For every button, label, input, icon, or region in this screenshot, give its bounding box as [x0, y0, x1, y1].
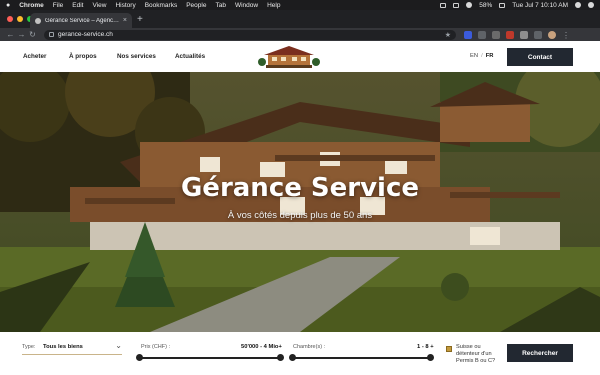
menu-edit[interactable]: Edit	[72, 2, 83, 9]
type-value[interactable]: Tous les biens	[43, 344, 83, 350]
reload-icon[interactable]: ↻	[27, 30, 38, 39]
lang-separator: /	[481, 53, 483, 59]
extension-icon-6[interactable]	[534, 30, 542, 39]
close-tab-icon[interactable]: ×	[123, 17, 127, 24]
permit-checkbox[interactable]	[446, 346, 452, 352]
property-search-bar: Type: Tous les biens ⌄ Prix (CHF) : 50'0…	[0, 332, 600, 375]
rooms-min-handle[interactable]	[289, 354, 296, 361]
permit-label: Suisse ou détenteur d'un Permis B ou C?	[456, 344, 496, 364]
rooms-range-track[interactable]	[292, 357, 431, 359]
lang-en[interactable]: EN	[470, 53, 478, 59]
close-window-button[interactable]	[7, 16, 13, 22]
minimize-window-button[interactable]	[17, 16, 23, 22]
menu-people[interactable]: People	[186, 2, 206, 9]
extension-icon-4[interactable]	[506, 30, 514, 39]
menu-tab[interactable]: Tab	[215, 2, 225, 9]
status-app-icon-2[interactable]	[453, 2, 460, 8]
extension-icon-5[interactable]	[520, 30, 528, 39]
macos-menu-bar: ● Chrome File Edit View History Bookmark…	[0, 0, 600, 10]
apple-icon[interactable]: ●	[6, 2, 10, 9]
price-value: 50'000 - 4 Mio+	[241, 344, 282, 350]
chalet-logo-icon	[258, 46, 320, 68]
contact-button[interactable]: Contact	[507, 48, 573, 66]
menu-dots-icon[interactable]: ⋮	[562, 31, 570, 40]
profile-avatar[interactable]	[548, 30, 556, 39]
clock[interactable]: Tue Jul 7 10:10 AM	[512, 2, 568, 9]
menu-bookmarks[interactable]: Bookmarks	[145, 2, 178, 9]
tab-title: Gérance Service – Agence imm	[45, 17, 120, 24]
menu-chrome[interactable]: Chrome	[19, 2, 44, 9]
chevron-down-icon[interactable]: ⌄	[115, 341, 122, 350]
forward-icon[interactable]: →	[16, 30, 27, 39]
search-submit-button[interactable]: Rechercher	[507, 344, 573, 362]
price-max-handle[interactable]	[277, 354, 284, 361]
price-min-handle[interactable]	[136, 354, 143, 361]
address-bar[interactable]: gerance-service.ch ★	[44, 29, 456, 40]
price-range-track[interactable]	[139, 357, 281, 359]
extension-icon-1[interactable]	[464, 30, 472, 39]
nav-a-propos[interactable]: À propos	[69, 53, 97, 60]
wifi-icon[interactable]	[466, 2, 473, 8]
extension-icon-2[interactable]	[478, 30, 486, 39]
rooms-max-handle[interactable]	[427, 354, 434, 361]
price-label: Prix (CHF) :	[141, 344, 171, 350]
lock-icon[interactable]	[49, 32, 54, 37]
menu-window[interactable]: Window	[235, 2, 258, 9]
type-label: Type:	[22, 344, 36, 350]
back-icon[interactable]: ←	[5, 30, 16, 39]
spotlight-icon[interactable]	[575, 2, 581, 8]
extension-icon-3[interactable]	[492, 30, 500, 39]
menu-file[interactable]: File	[53, 2, 63, 9]
browser-tab-strip: Gérance Service – Agence imm × +	[0, 10, 600, 28]
hero-section: Gérance Service À vos côtés depuis plus …	[0, 72, 600, 332]
battery-percent[interactable]: 58%	[479, 2, 492, 9]
nav-actualites[interactable]: Actualités	[175, 53, 205, 60]
site-logo[interactable]	[256, 44, 322, 69]
extensions-area: ⋮	[464, 30, 570, 40]
browser-tab-active[interactable]: Gérance Service – Agence imm ×	[30, 13, 132, 28]
type-select[interactable]: Type: Tous les biens ⌄	[22, 341, 122, 355]
menu-view[interactable]: View	[92, 2, 106, 9]
site-header: Acheter À propos Nos services Actualités…	[0, 41, 600, 72]
notification-center-icon[interactable]	[588, 2, 594, 8]
rooms-label: Chambre(s) :	[293, 344, 326, 350]
browser-toolbar: ← → ↻ gerance-service.ch ★ ⋮	[0, 28, 600, 41]
favicon-icon	[35, 17, 41, 24]
menu-history[interactable]: History	[115, 2, 135, 9]
menu-help[interactable]: Help	[267, 2, 280, 9]
battery-icon[interactable]	[499, 2, 506, 8]
new-tab-icon[interactable]: +	[137, 14, 143, 25]
hero-title: Gérance Service	[180, 173, 420, 203]
rooms-value: 1 - 8 +	[417, 344, 434, 350]
nav-acheter[interactable]: Acheter	[23, 53, 46, 60]
status-area: 58% Tue Jul 7 10:10 AM	[440, 2, 594, 9]
language-switch: EN / FR	[470, 53, 493, 59]
website: Acheter À propos Nos services Actualités…	[0, 41, 600, 375]
url-text[interactable]: gerance-service.ch	[58, 31, 113, 38]
status-app-icon[interactable]	[440, 2, 447, 8]
bookmark-star-icon[interactable]: ★	[445, 31, 451, 39]
hero-subtitle: À vos côtés depuis plus de 50 ans	[227, 210, 373, 221]
nav-services[interactable]: Nos services	[117, 53, 156, 60]
lang-fr[interactable]: FR	[486, 53, 494, 59]
